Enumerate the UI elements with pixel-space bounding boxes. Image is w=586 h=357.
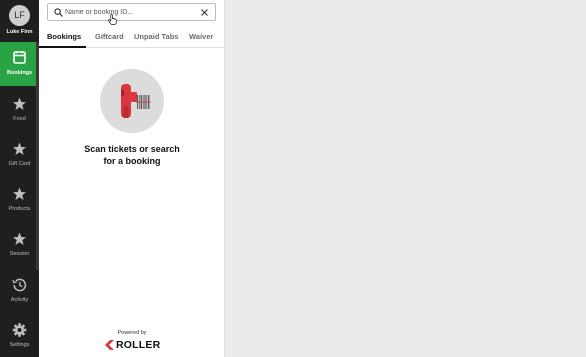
nav-label-activity: Activity [10,297,29,303]
nav-label-settings: Settings [9,342,30,348]
powered-by-label: Powered by [117,330,147,336]
clear-icon[interactable] [200,8,209,17]
tab-waiver[interactable]: Waiver [189,32,213,41]
tab-unpaid-tabs[interactable]: Unpaid Tabs [134,32,178,41]
star-icon [13,142,26,155]
nav-label-session: Session [9,251,30,257]
nav-label-food: Food [13,116,26,122]
nav-label-gift-card: Gift Card [8,161,31,167]
gear-icon [12,323,27,337]
user-name: Luke Finn [6,29,33,35]
active-tab-indicator [39,46,86,48]
nav-label-bookings: Bookings [6,70,33,76]
roller-wordmark: ROLLER [116,339,161,351]
star-icon [13,187,26,200]
main-content-area [226,0,586,357]
history-icon [12,278,27,292]
tab-giftcard[interactable]: Giftcard [95,32,124,41]
barcode-scanner-icon [121,84,151,118]
nav-label-products: Products [8,206,31,212]
booking-panel: Bookings Giftcard Unpaid Tabs Waiver Sca… [39,0,225,357]
nav-item-settings[interactable]: Settings [0,314,39,357]
star-icon [13,232,26,245]
nav-item-bookings[interactable]: Bookings [0,42,39,86]
nav-item-products[interactable]: Products [0,178,39,222]
nav-item-gift-card[interactable]: Gift Card [0,133,39,177]
star-icon [13,97,26,110]
user-profile[interactable]: LF Luke Finn [0,0,39,42]
avatar[interactable]: LF [9,5,30,26]
search-box[interactable] [47,3,216,21]
tab-bookings[interactable]: Bookings [47,32,81,41]
empty-state-message: Scan tickets or search for a booking [39,143,225,167]
nav-item-activity[interactable]: Activity [0,269,39,313]
hand-cursor-icon [108,14,117,25]
tab-bar: Bookings Giftcard Unpaid Tabs Waiver [39,28,225,48]
roller-mark-icon [105,340,114,350]
roller-logo: ROLLER [105,339,161,351]
search-icon [54,8,63,17]
calendar-icon [13,51,26,64]
scanner-illustration [100,69,164,133]
empty-state-line-1: Scan tickets or search [84,144,180,154]
search-input[interactable] [65,5,195,20]
empty-state-line-2: for a booking [103,156,161,166]
nav-rail: LF Luke Finn Bookings Food Gift Card Pro… [0,0,39,357]
nav-item-food[interactable]: Food [0,88,39,132]
nav-item-session[interactable]: Session [0,223,39,267]
